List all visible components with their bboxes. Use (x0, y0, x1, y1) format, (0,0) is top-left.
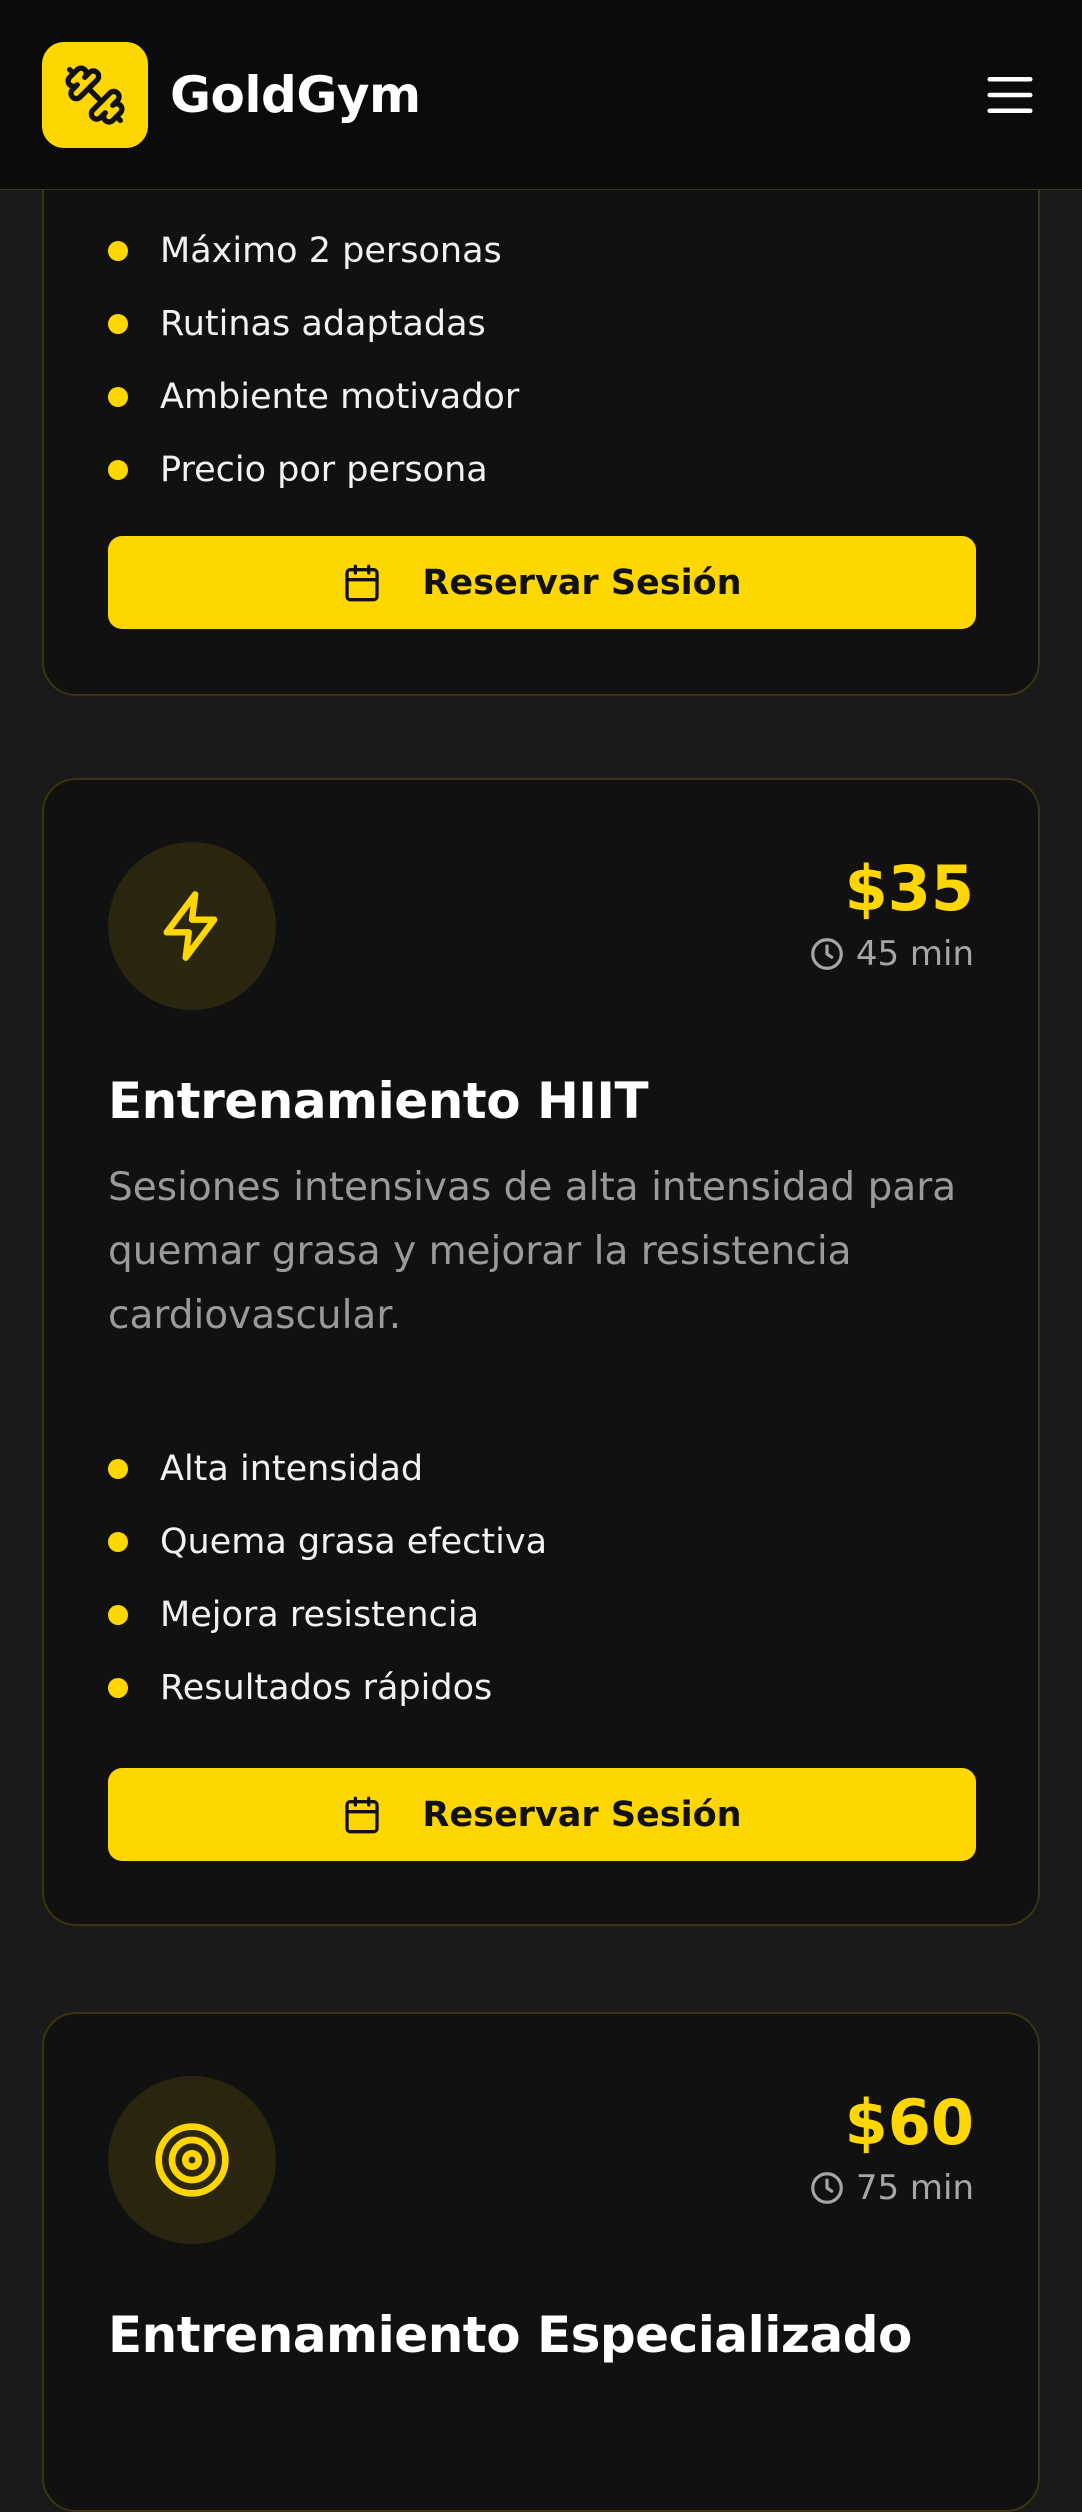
calendar-icon (342, 1795, 382, 1835)
service-title: Entrenamiento Especializado (108, 2306, 912, 2364)
duration-text: 75 min (855, 2168, 974, 2208)
list-item: Máximo 2 personas (108, 214, 519, 287)
reserve-session-label: Reservar Sesión (422, 1794, 742, 1835)
brand-name: GoldGym (170, 65, 421, 124)
feature-list: Máximo 2 personas Rutinas adaptadas Ambi… (108, 214, 519, 506)
clock-icon (808, 935, 846, 973)
lightning-icon (154, 888, 230, 964)
logo (42, 41, 148, 148)
feature-list: Alta intensidad Quema grasa efectiva Mej… (108, 1432, 547, 1724)
duration: 45 min (808, 934, 974, 974)
duration-text: 45 min (855, 934, 974, 974)
duration: 75 min (808, 2168, 974, 2208)
brand[interactable]: GoldGym (42, 41, 421, 148)
price-block: $35 45 min (808, 858, 974, 974)
menu-button[interactable] (980, 65, 1040, 125)
list-item: Quema grasa efectiva (108, 1505, 547, 1578)
list-item: Ambiente motivador (108, 360, 519, 433)
app-header: GoldGym (0, 0, 1082, 190)
list-item: Alta intensidad (108, 1432, 547, 1505)
reserve-session-button[interactable]: Reservar Sesión (108, 1768, 976, 1861)
service-title: Entrenamiento HIIT (108, 1072, 649, 1130)
service-icon-badge (108, 842, 276, 1010)
hamburger-menu-icon (983, 68, 1037, 122)
reserve-session-label: Reservar Sesión (422, 562, 742, 603)
bullet-icon (108, 386, 128, 407)
bullet-icon (108, 459, 128, 480)
price: $35 (844, 852, 974, 925)
bullet-icon (108, 1531, 128, 1552)
bullet-icon (108, 1677, 128, 1698)
bullet-icon (108, 1458, 128, 1479)
service-icon-badge (108, 2076, 276, 2244)
dumbbell-icon (63, 63, 127, 127)
bullet-icon (108, 313, 128, 334)
list-item: Resultados rápidos (108, 1651, 547, 1724)
target-icon (152, 2120, 232, 2200)
bullet-icon (108, 240, 128, 261)
calendar-icon (342, 563, 382, 603)
bullet-icon (108, 1604, 128, 1625)
service-description: Sesiones intensivas de alta intensidad p… (108, 1165, 957, 1338)
reserve-session-button[interactable]: Reservar Sesión (108, 536, 976, 629)
service-card-specialized: $60 75 min Entrenamiento Especializado (42, 2012, 1040, 2512)
list-item: Rutinas adaptadas (108, 287, 519, 360)
price-block: $60 75 min (808, 2092, 974, 2208)
service-card-hiit: $35 45 min Entrenamiento HIIT Sesiones i… (42, 778, 1040, 1926)
list-item: Mejora resistencia (108, 1578, 547, 1651)
list-item: Precio por persona (108, 433, 519, 506)
price: $60 (844, 2086, 974, 2159)
clock-icon (808, 2169, 846, 2207)
